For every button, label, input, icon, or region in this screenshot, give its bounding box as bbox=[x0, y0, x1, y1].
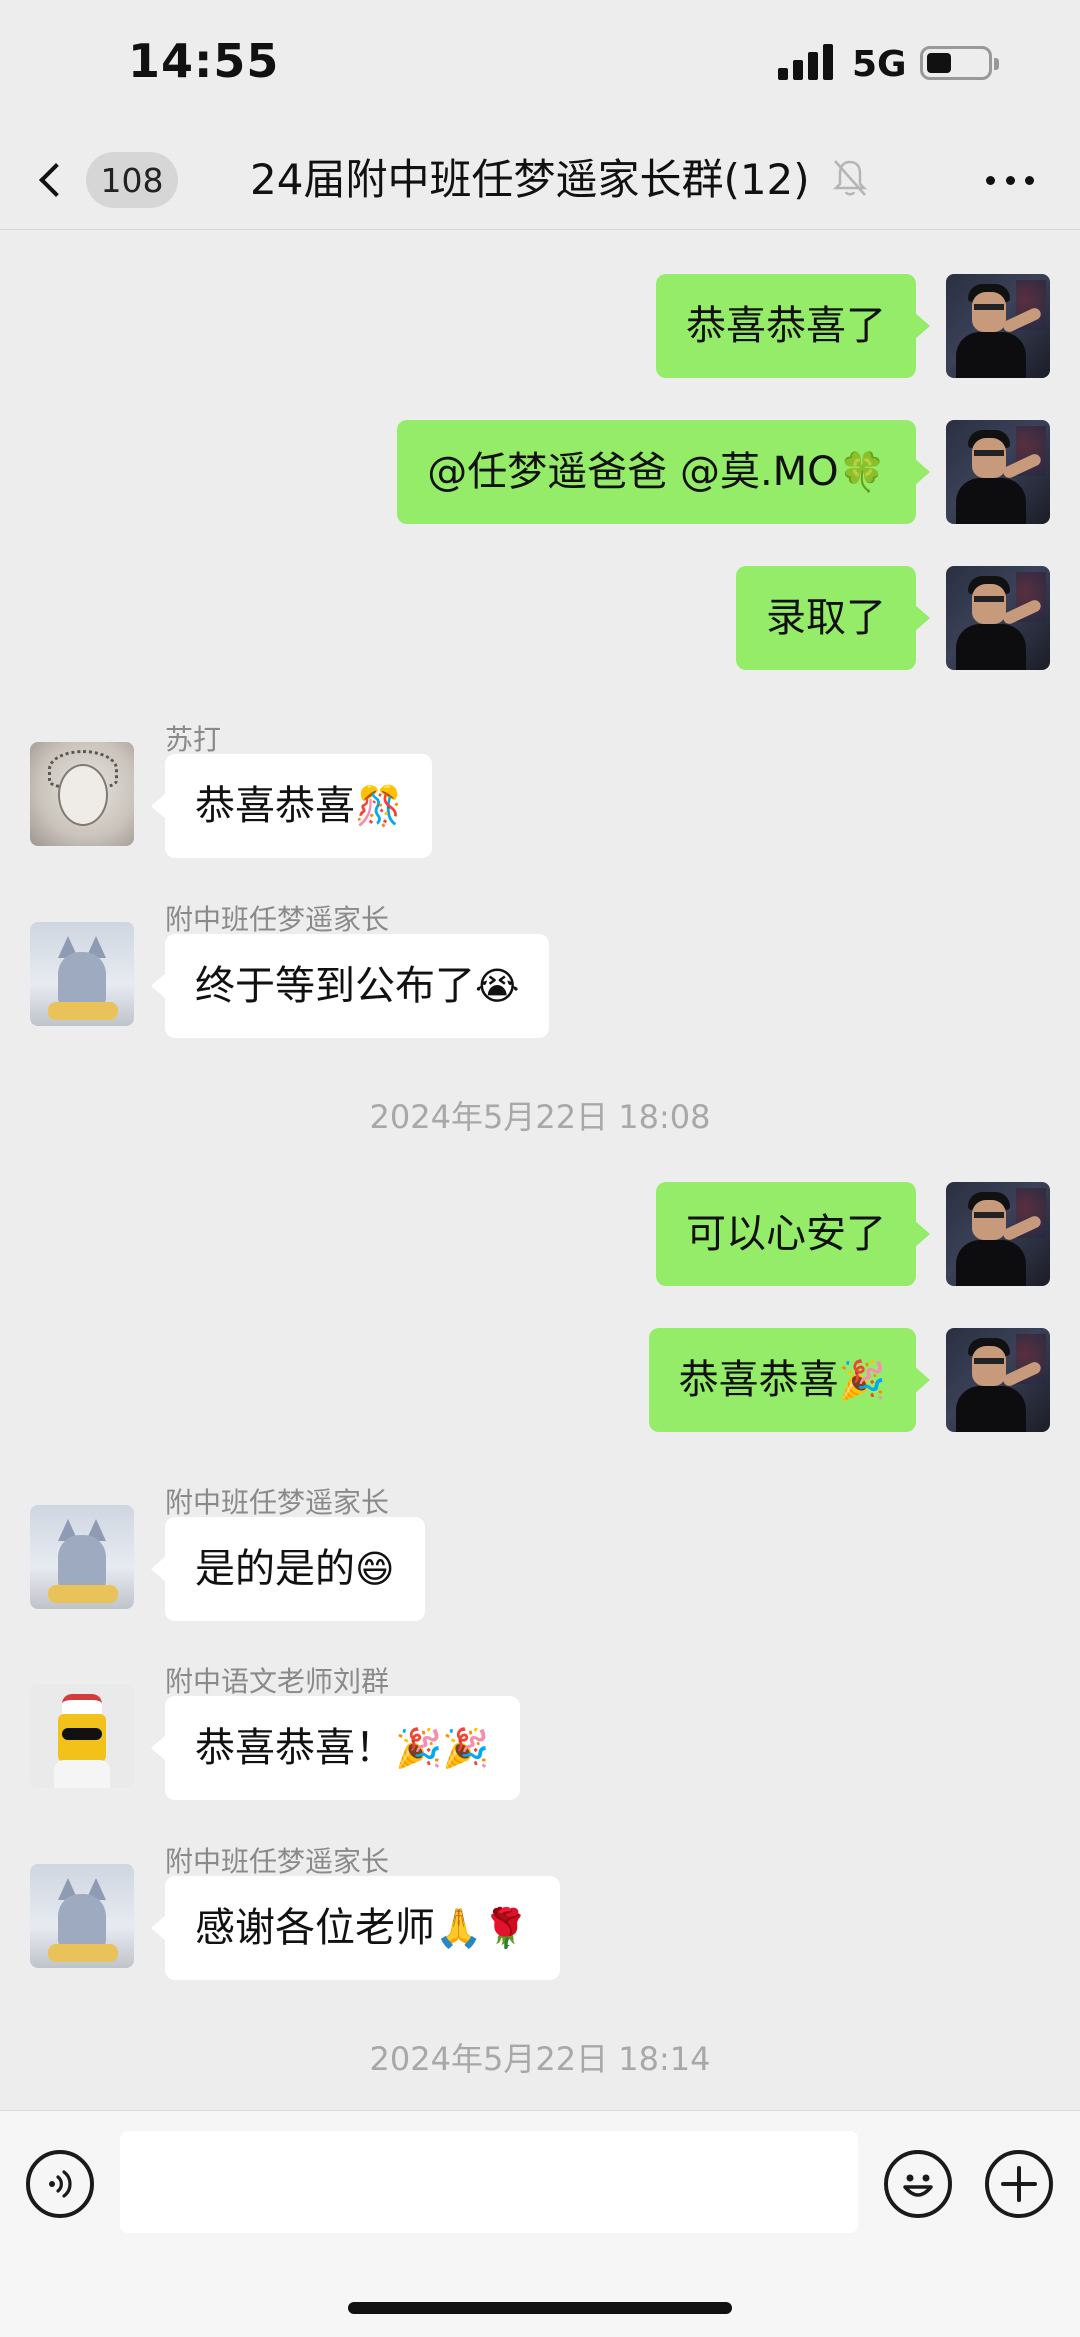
message-text: 可以心安了 bbox=[686, 1211, 886, 1257]
message-bubble[interactable]: 恭喜恭喜🎉 bbox=[648, 1328, 931, 1432]
message-bubble[interactable]: 终于等到公布了😭 bbox=[150, 934, 550, 1038]
avatar[interactable] bbox=[30, 742, 134, 846]
message-text: 是的是的 bbox=[195, 1546, 355, 1592]
confetti-ball-emoji-icon: 🎊 bbox=[355, 784, 403, 828]
sender-name: 附中班任梦遥家长 bbox=[165, 903, 390, 936]
sender-name: 附中语文老师刘群 bbox=[165, 1665, 390, 1698]
avatar[interactable] bbox=[30, 1684, 134, 1788]
more-dots-icon bbox=[986, 175, 995, 185]
crying-face-emoji-icon: 😭 bbox=[475, 964, 520, 1008]
avatar[interactable] bbox=[946, 1182, 1050, 1286]
message-text: 恭喜恭喜了 bbox=[686, 303, 886, 349]
mute-bell-icon bbox=[832, 160, 868, 196]
status-time: 14:55 bbox=[128, 34, 280, 88]
unread-badge: 108 bbox=[86, 152, 178, 208]
voice-icon bbox=[49, 2170, 72, 2198]
plus-icon bbox=[1001, 2166, 1037, 2202]
plus-button[interactable] bbox=[985, 2150, 1053, 2218]
avatar[interactable] bbox=[946, 420, 1050, 524]
signal-icon bbox=[778, 44, 836, 80]
message-bubble[interactable]: 恭喜恭喜了 bbox=[656, 274, 930, 378]
message-text: 恭喜恭喜 bbox=[678, 1357, 839, 1403]
sender-name: 苏打 bbox=[165, 723, 222, 756]
message-text: @任梦遥爸爸 @莫.MO bbox=[427, 449, 839, 495]
back-button[interactable]: 108 bbox=[30, 150, 180, 210]
avatar[interactable] bbox=[946, 274, 1050, 378]
message-bubble[interactable]: 录取了 bbox=[736, 566, 930, 670]
sender-name: 附中班任梦遥家长 bbox=[165, 1486, 390, 1519]
party-popper-emoji-icon: 🎉 bbox=[838, 1358, 886, 1402]
grinning-face-emoji-icon: 😄 bbox=[355, 1547, 395, 1591]
message-input[interactable] bbox=[120, 2131, 858, 2233]
timestamp: 2024年5月22日 18:08 bbox=[369, 1098, 711, 1136]
chat-title: 24届附中班任梦遥家长群(12) bbox=[250, 155, 810, 204]
message-bubble[interactable]: 感谢各位老师🙏🌹 bbox=[151, 1876, 560, 1980]
avatar[interactable] bbox=[946, 566, 1050, 670]
message-text: 恭喜恭喜 bbox=[195, 783, 355, 829]
message-bubble[interactable]: @任梦遥爸爸 @莫.MO🍀 bbox=[397, 420, 930, 524]
emoji-button[interactable] bbox=[884, 2150, 952, 2218]
more-button[interactable] bbox=[980, 154, 1040, 206]
message-text: 恭喜恭喜！ bbox=[195, 1725, 395, 1771]
chevron-left-icon bbox=[39, 163, 73, 197]
avatar[interactable] bbox=[30, 1505, 134, 1609]
avatar[interactable] bbox=[30, 1864, 134, 1968]
message-bubble[interactable]: 是的是的😄 bbox=[151, 1517, 425, 1621]
sender-name: 附中班任梦遥家长 bbox=[165, 1845, 390, 1878]
timestamp: 2024年5月22日 18:14 bbox=[369, 2040, 711, 2078]
party-popper-emoji-icon: 🎉🎉 bbox=[395, 1726, 490, 1770]
message-text: 终于等到公布了 bbox=[195, 963, 475, 1009]
clover-emoji-icon: 🍀 bbox=[838, 450, 886, 494]
pray-rose-emoji-icon: 🙏🌹 bbox=[435, 1906, 530, 1950]
message-bubble[interactable]: 恭喜恭喜🎊 bbox=[150, 754, 433, 858]
chat-header: 108 24届附中班任梦遥家长群(12) bbox=[0, 130, 1080, 230]
voice-button[interactable] bbox=[26, 2150, 94, 2218]
emoji-icon bbox=[903, 2174, 933, 2197]
message-text: 感谢各位老师 bbox=[195, 1905, 435, 1951]
avatar[interactable] bbox=[30, 922, 134, 1026]
status-bar: 14:55 5G bbox=[0, 0, 1080, 130]
message-list[interactable]: 恭喜恭喜了 @任梦遥爸爸 @莫.MO🍀 录取了 苏打 恭喜恭喜🎊 附中班任梦遥家… bbox=[0, 232, 1080, 2110]
avatar[interactable] bbox=[946, 1328, 1050, 1432]
home-indicator[interactable] bbox=[348, 2302, 732, 2314]
message-text: 录取了 bbox=[766, 595, 886, 641]
message-bubble[interactable]: 恭喜恭喜！🎉🎉 bbox=[151, 1696, 520, 1800]
network-label: 5G bbox=[852, 44, 907, 85]
message-bubble[interactable]: 可以心安了 bbox=[656, 1182, 930, 1286]
battery-icon bbox=[920, 46, 999, 80]
